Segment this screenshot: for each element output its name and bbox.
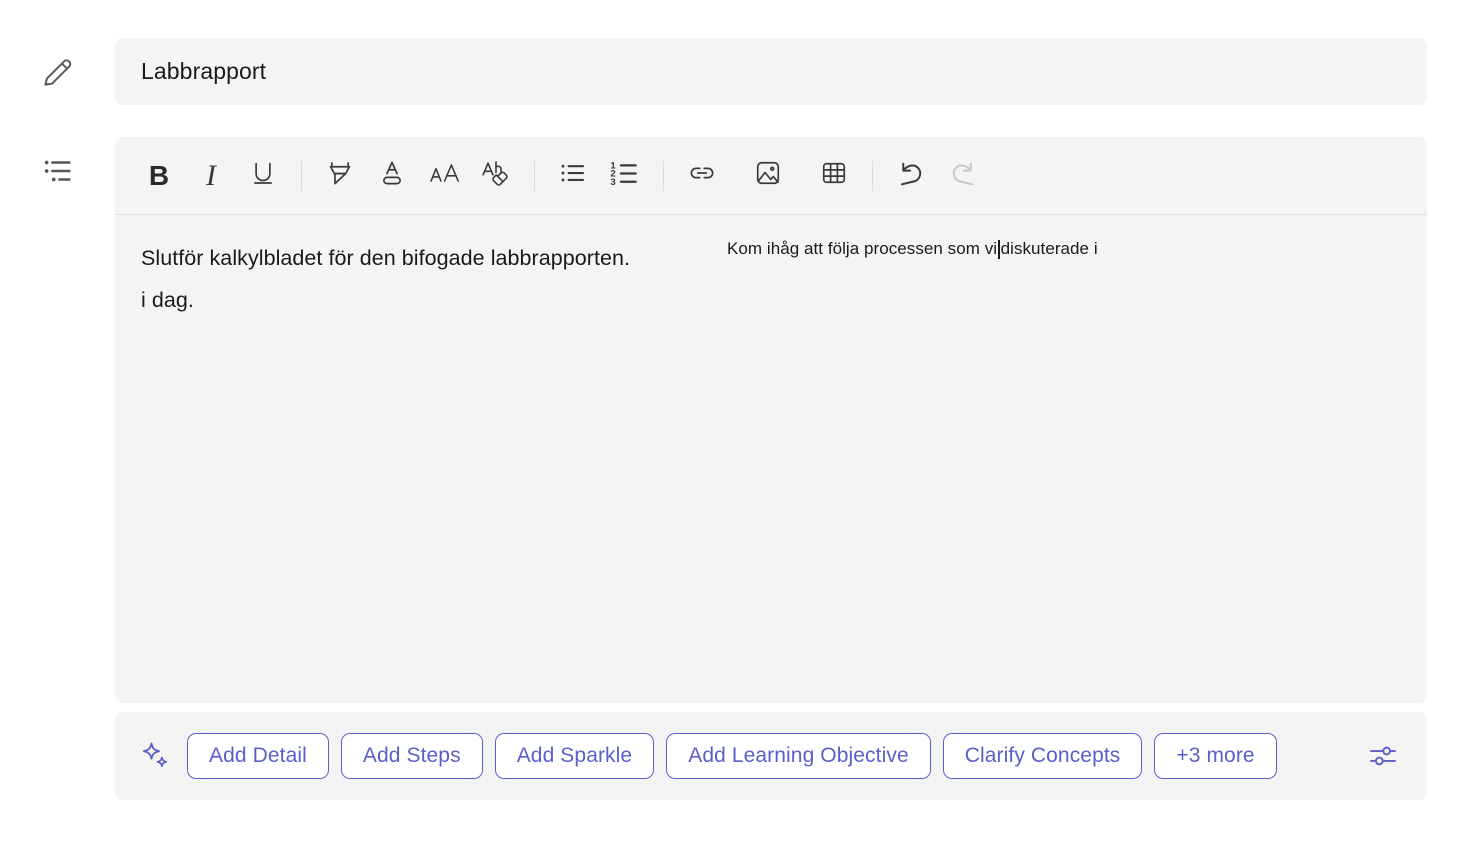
font-color-button[interactable] [366,152,418,200]
italic-icon: I [206,158,216,192]
note-text-after-caret: diskuterade i [1000,239,1098,258]
text-caret [998,240,1000,259]
clear-formatting-icon [480,157,512,194]
note-text-before-caret: Kom ihåg att följa processen som vi [727,239,998,258]
redo-icon [947,157,979,194]
toolbar-divider [534,160,535,191]
instructions-line-1: Slutför kalkylbladet för den bifogade la… [141,246,631,270]
insert-image-button[interactable] [742,152,794,200]
redo-button[interactable] [937,152,989,200]
insert-table-button[interactable] [808,152,860,200]
instructions-paragraph: Slutför kalkylbladet för den bifogade la… [141,237,1401,279]
toolbar-divider [301,160,302,191]
chip-label: Add Learning Objective [688,744,909,767]
numbered-list-icon: 1 2 3 [609,157,641,194]
highlight-button[interactable] [314,152,366,200]
insert-link-button[interactable] [676,152,728,200]
chip-add-learning-objective[interactable]: Add Learning Objective [666,733,931,779]
chip-label: Clarify Concepts [964,744,1121,767]
formatting-toolbar: B I 1 2 3 [115,137,1427,215]
sparkle-icon [139,739,173,773]
clear-formatting-button[interactable] [470,152,522,200]
title-value: Labbrapport [141,58,267,84]
undo-button[interactable] [885,152,937,200]
chip-clarify-concepts[interactable]: Clarify Concepts [942,733,1143,779]
toolbar-divider [872,160,873,191]
toolbar-divider [663,160,664,191]
highlighter-icon [325,158,355,193]
instructions-text-area[interactable]: Slutför kalkylbladet för den bifogade la… [115,215,1427,702]
chip-add-steps[interactable]: Add Steps [340,733,483,779]
font-size-button[interactable] [418,152,470,200]
suggestion-chip-list: Add Detail Add Steps Add Sparkle Add Lea… [187,733,1363,779]
bulleted-list-icon [558,158,588,193]
chip-label: Add Sparkle [516,744,633,767]
underline-button[interactable] [237,152,289,200]
nested-list-icon [30,143,86,199]
font-size-icon [428,157,460,194]
chip-label: Add Steps [362,744,461,767]
bold-icon: B [148,159,170,191]
table-icon [819,158,849,193]
chip-more[interactable]: +3 more [1154,733,1277,779]
ai-suggestions-bar: Add Detail Add Steps Add Sparkle Add Lea… [115,712,1427,800]
instructions-line-2: i dag. [141,288,194,312]
bulleted-list-button[interactable] [547,152,599,200]
sliders-icon[interactable] [1363,736,1403,776]
instructions-note: Kom ihåg att följa processen som vi disku… [727,239,1098,259]
chip-label: +3 more [1176,744,1255,767]
editor-page: Labbrapport B I 1 2 3 Slutför kalkylblad… [0,0,1460,844]
numbered-list-button[interactable]: 1 2 3 [599,152,651,200]
chip-add-detail[interactable]: Add Detail [187,733,329,779]
chip-add-sparkle[interactable]: Add Sparkle [494,733,655,779]
title-input[interactable]: Labbrapport [115,38,1427,105]
font-color-icon [377,158,407,193]
bold-button[interactable]: B [133,152,185,200]
pencil-icon [30,44,86,100]
undo-icon [895,157,927,194]
instructions-paragraph-continued: i dag. [141,279,1401,321]
instructions-editor: B I 1 2 3 Slutför kalkylbladet för den b… [115,137,1427,703]
italic-button[interactable]: I [185,152,237,200]
svg-text:3: 3 [610,177,615,188]
chip-label: Add Detail [209,744,307,767]
underline-icon [248,158,278,193]
image-icon [753,158,783,193]
link-icon [687,158,717,193]
